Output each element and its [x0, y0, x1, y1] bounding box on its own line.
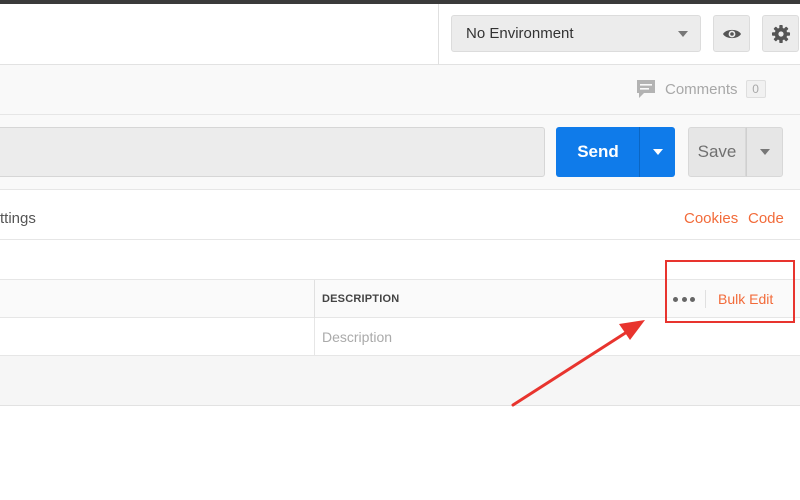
column-divider [314, 318, 315, 356]
save-options-button[interactable] [746, 127, 783, 177]
request-url-input[interactable] [0, 127, 545, 177]
code-link[interactable]: Code [748, 210, 784, 227]
description-column-header: DESCRIPTION [322, 293, 400, 305]
chevron-down-icon [652, 149, 663, 155]
settings-button[interactable] [762, 15, 799, 52]
environment-select[interactable]: No Environment [451, 15, 701, 52]
chevron-down-icon [759, 149, 770, 155]
request-tabs-row [0, 190, 800, 240]
header-divider [438, 4, 439, 65]
send-options-button[interactable] [639, 127, 675, 177]
gear-icon [771, 24, 790, 43]
environment-quick-look-button[interactable] [713, 15, 750, 52]
comments-toggle[interactable]: Comments 0 [636, 79, 766, 99]
tab-settings[interactable]: ttings [0, 210, 36, 227]
description-input[interactable] [322, 326, 622, 348]
eye-icon [722, 29, 741, 38]
app-window: No Environment Comments 0 Send Save ttin… [0, 0, 800, 500]
comments-label: Comments [665, 80, 738, 98]
send-button[interactable]: Send [556, 127, 640, 177]
cookies-link[interactable]: Cookies [684, 210, 738, 227]
environment-select-value: No Environment [466, 25, 574, 42]
window-edge [0, 0, 800, 4]
empty-panel-band [0, 356, 800, 406]
column-divider [314, 280, 315, 318]
comment-icon [636, 79, 656, 99]
annotation-highlight-box [665, 260, 795, 323]
save-button[interactable]: Save [688, 127, 746, 177]
comments-count-badge: 0 [745, 80, 766, 98]
chevron-down-icon [678, 31, 688, 37]
